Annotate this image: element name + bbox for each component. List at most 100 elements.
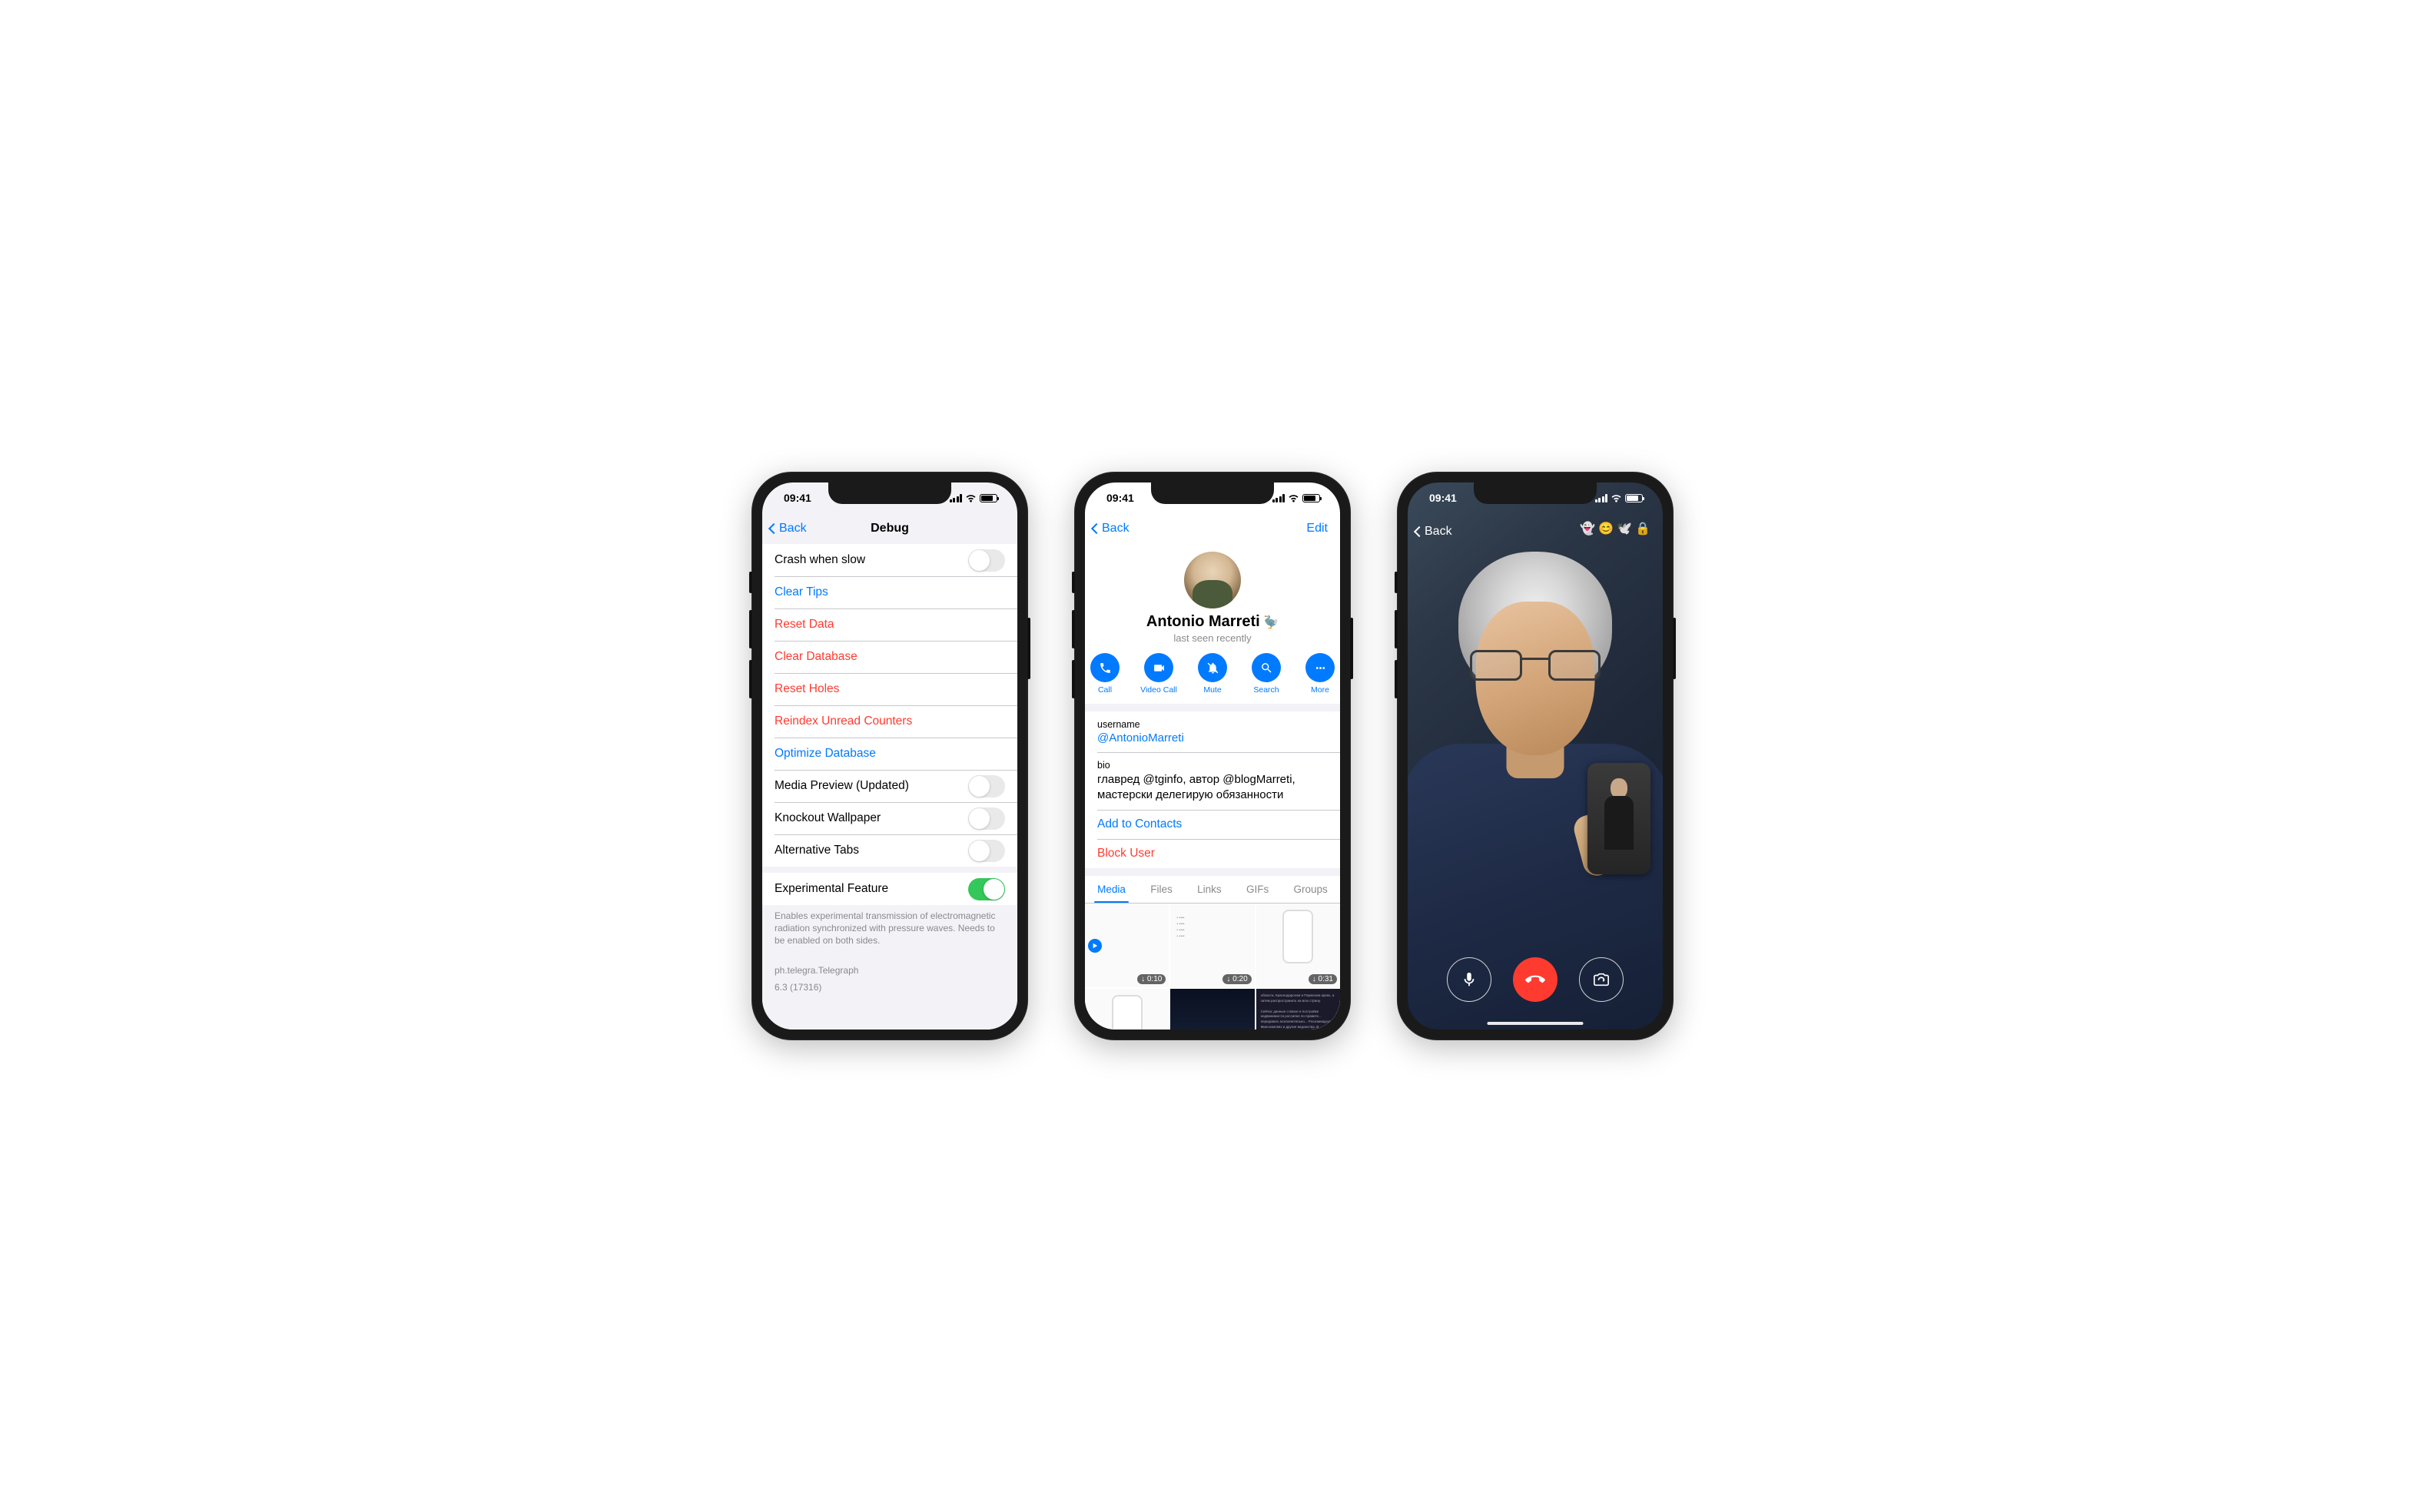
search-button[interactable]: Search bbox=[1246, 653, 1286, 695]
toggle-crash[interactable] bbox=[968, 549, 1005, 572]
media-duration: ↓ 0:31 bbox=[1309, 974, 1337, 984]
edit-button[interactable]: Edit bbox=[1306, 522, 1328, 536]
phone-side-button bbox=[1395, 660, 1398, 698]
back-label: Back bbox=[1102, 522, 1130, 536]
search-icon bbox=[1260, 662, 1273, 675]
media-item[interactable]: области, Краснодарском и Пермском краях,… bbox=[1256, 989, 1340, 1030]
phone-side-button bbox=[1027, 618, 1030, 679]
profile-status: last seen recently bbox=[1085, 632, 1340, 644]
back-label: Back bbox=[779, 522, 807, 536]
row-reset-holes[interactable]: Reset Holes bbox=[762, 673, 1017, 705]
status-time: 09:41 bbox=[1106, 492, 1134, 504]
local-video-pip[interactable] bbox=[1587, 763, 1650, 874]
phone-icon bbox=[1099, 662, 1112, 675]
media-tabs: Media Files Links GIFs Groups bbox=[1085, 876, 1340, 904]
toggle-experimental[interactable] bbox=[968, 878, 1005, 900]
tab-links[interactable]: Links bbox=[1194, 876, 1225, 903]
tab-groups[interactable]: Groups bbox=[1291, 876, 1331, 903]
row-label: Clear Tips bbox=[775, 585, 828, 599]
phone-side-button bbox=[1072, 610, 1075, 648]
avatar[interactable] bbox=[1184, 552, 1241, 608]
call-button[interactable]: Call bbox=[1085, 653, 1125, 695]
row-label: Clear Database bbox=[775, 650, 858, 664]
bell-off-icon bbox=[1206, 662, 1219, 675]
signal-icon bbox=[1272, 494, 1285, 502]
signal-icon bbox=[1595, 494, 1608, 502]
row-label: Alternative Tabs bbox=[775, 844, 859, 857]
action-label: Search bbox=[1253, 685, 1279, 695]
toggle-alt-tabs[interactable] bbox=[968, 840, 1005, 862]
row-optimize-db[interactable]: Optimize Database bbox=[762, 738, 1017, 770]
row-reindex-unread[interactable]: Reindex Unread Counters bbox=[762, 705, 1017, 738]
hangup-icon bbox=[1525, 970, 1545, 990]
action-label: Video Call bbox=[1140, 685, 1177, 695]
media-item[interactable] bbox=[1170, 989, 1254, 1030]
row-alternative-tabs[interactable]: Alternative Tabs bbox=[762, 834, 1017, 867]
phone-side-button bbox=[1673, 618, 1676, 679]
experimental-description: Enables experimental transmission of ele… bbox=[762, 905, 1017, 952]
play-icon bbox=[1088, 939, 1102, 953]
nav-title: Debug bbox=[871, 522, 909, 536]
wifi-icon bbox=[1288, 494, 1299, 502]
row-label: Knockout Wallpaper bbox=[775, 811, 881, 825]
back-button[interactable]: Back bbox=[1093, 522, 1130, 536]
tab-files[interactable]: Files bbox=[1147, 876, 1176, 903]
video-call-button[interactable]: Video Call bbox=[1139, 653, 1179, 695]
info-label: bio bbox=[1097, 760, 1328, 771]
add-to-contacts-button[interactable]: Add to Contacts bbox=[1085, 810, 1340, 839]
row-media-preview[interactable]: Media Preview (Updated) bbox=[762, 770, 1017, 802]
action-label: More bbox=[1311, 685, 1329, 695]
back-label: Back bbox=[1425, 525, 1452, 539]
chevron-left-icon bbox=[1414, 526, 1425, 537]
row-crash-when-slow[interactable]: Crash when slow bbox=[762, 544, 1017, 576]
phone-frame-profile: 09:41 Back Edit Antonio Marreti 🦤 last bbox=[1074, 472, 1351, 1040]
mute-button[interactable]: Mute bbox=[1193, 653, 1232, 695]
phone-side-button bbox=[1072, 572, 1075, 593]
media-item[interactable]: ↓ 0:31 bbox=[1256, 904, 1340, 987]
row-reset-data[interactable]: Reset Data bbox=[762, 608, 1017, 641]
mute-mic-button[interactable] bbox=[1447, 957, 1491, 1002]
battery-icon bbox=[980, 494, 997, 502]
media-item[interactable]: ↓ 0:10 bbox=[1085, 904, 1169, 987]
wifi-icon bbox=[965, 494, 977, 502]
signal-icon bbox=[950, 494, 963, 502]
username-value: @AntonioMarreti bbox=[1097, 731, 1328, 744]
toggle-knockout[interactable] bbox=[968, 807, 1005, 830]
phone-frame-debug: 09:41 Back Debug Crash when slow Clear T… bbox=[751, 472, 1028, 1040]
row-clear-tips[interactable]: Clear Tips bbox=[762, 576, 1017, 608]
remote-video-feed bbox=[1408, 482, 1663, 1030]
nav-bar: Back Debug bbox=[762, 513, 1017, 544]
block-user-button[interactable]: Block User bbox=[1085, 839, 1340, 868]
flip-camera-button[interactable] bbox=[1579, 957, 1624, 1002]
home-indicator[interactable] bbox=[1488, 1022, 1584, 1025]
row-knockout-wallpaper[interactable]: Knockout Wallpaper bbox=[762, 802, 1017, 834]
back-button[interactable]: Back bbox=[770, 522, 807, 536]
media-item[interactable] bbox=[1085, 989, 1169, 1030]
phone-side-button bbox=[1395, 610, 1398, 648]
end-call-button[interactable] bbox=[1513, 957, 1558, 1002]
more-button[interactable]: More bbox=[1300, 653, 1340, 695]
notch bbox=[1474, 482, 1597, 504]
tab-media[interactable]: Media bbox=[1094, 876, 1129, 903]
bio-value: главред @tginfo, автор @blogMarreti, мас… bbox=[1097, 772, 1328, 802]
chevron-left-icon bbox=[1091, 523, 1102, 534]
row-experimental-feature[interactable]: Experimental Feature bbox=[762, 873, 1017, 905]
toggle-media-preview[interactable] bbox=[968, 775, 1005, 797]
row-label: Crash when slow bbox=[775, 553, 865, 567]
phone-side-button bbox=[1072, 660, 1075, 698]
action-label: Mute bbox=[1203, 685, 1221, 695]
notch bbox=[1151, 482, 1274, 504]
row-label: Reset Holes bbox=[775, 682, 839, 696]
back-button[interactable]: Back bbox=[1415, 525, 1452, 539]
row-label: Optimize Database bbox=[775, 747, 876, 761]
battery-icon bbox=[1302, 494, 1320, 502]
profile-name-text: Antonio Marreti bbox=[1146, 613, 1260, 630]
status-time: 09:41 bbox=[784, 492, 811, 504]
username-block[interactable]: username @AntonioMarreti bbox=[1085, 711, 1340, 752]
version-label: 6.3 (17316) bbox=[762, 981, 1017, 998]
row-clear-database[interactable]: Clear Database bbox=[762, 641, 1017, 673]
tab-gifs[interactable]: GIFs bbox=[1243, 876, 1272, 903]
media-item[interactable]: • ••••• ••••• ••••• •••• ↓ 0:20 bbox=[1170, 904, 1254, 987]
more-icon bbox=[1314, 662, 1327, 675]
wifi-icon bbox=[1611, 494, 1622, 502]
